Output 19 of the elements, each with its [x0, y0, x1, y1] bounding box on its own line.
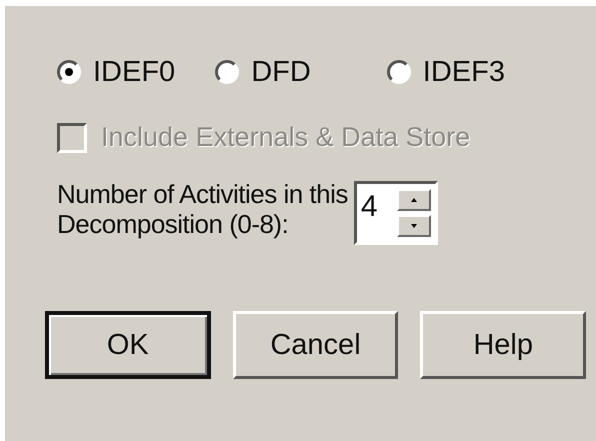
radio-button[interactable] [215, 60, 240, 84]
spin-up-button[interactable] [396, 189, 431, 211]
spin-field[interactable]: 4 [354, 181, 438, 245]
radio-button[interactable] [386, 60, 411, 84]
radio-option[interactable]: DFD [215, 56, 311, 88]
dialog-button[interactable]: OK [45, 311, 211, 379]
radio-button[interactable] [57, 60, 81, 84]
radio-option[interactable]: IDEF3 [386, 56, 505, 88]
checkbox-label: Include Externals & Data Store [101, 122, 470, 153]
dialog-button[interactable]: Cancel [232, 311, 398, 379]
spin-down-button[interactable] [396, 215, 431, 237]
dialog-button[interactable]: Help [420, 311, 586, 379]
down-arrow-icon [410, 223, 418, 229]
radio-option[interactable]: IDEF0 [57, 56, 176, 88]
up-arrow-icon [410, 197, 418, 203]
radio-label: IDEF3 [422, 56, 505, 88]
radio-label: DFD [251, 56, 311, 88]
radio-label: IDEF0 [93, 56, 176, 88]
activities-label: Number of Activities in this Decomposition (0-8): [57, 179, 348, 239]
